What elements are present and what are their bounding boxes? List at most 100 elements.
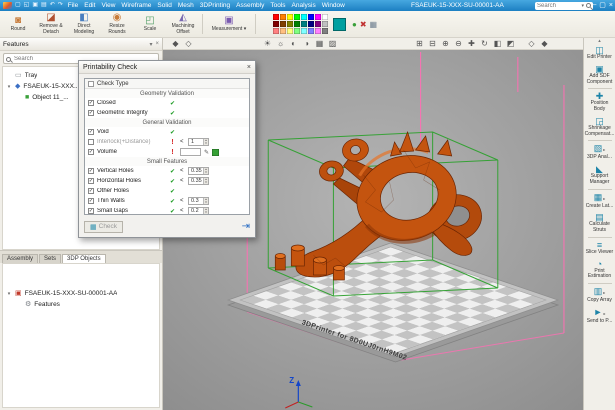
create-lattice-button[interactable]: ▦▸Create Lat... — [584, 191, 615, 212]
tab-3dp-objects[interactable]: 3DP Objects — [62, 254, 106, 263]
print-icon[interactable]: ▤ — [41, 2, 47, 9]
color-swatch-6[interactable] — [315, 14, 321, 20]
shaded-mode-icon[interactable]: ◆ — [538, 39, 551, 49]
color-swatch-0[interactable] — [273, 14, 279, 20]
search-input[interactable] — [537, 2, 579, 9]
checkbox[interactable]: ✓ — [88, 188, 94, 194]
checkbox[interactable]: ✓ — [88, 168, 94, 174]
menu-edit[interactable]: Edit — [84, 2, 95, 9]
remove-detach-button[interactable]: ◪Remove & Detach — [35, 12, 67, 36]
value-field[interactable]: 0.35▴▾ — [188, 177, 209, 185]
spinner-icons[interactable]: ▴▾ — [203, 139, 208, 145]
color-swatch-20[interactable] — [301, 28, 307, 34]
spinner-down-icon[interactable]: ▾ — [205, 211, 207, 214]
calculate-struts-button[interactable]: ▤Calculate Struts — [584, 211, 615, 236]
color-swatch-13[interactable] — [308, 21, 314, 27]
color-swatch-23[interactable] — [322, 28, 328, 34]
scale-button[interactable]: ◰Scale — [134, 12, 166, 36]
support-manager-button[interactable]: ◣Support Manager — [584, 163, 615, 188]
menu-solid[interactable]: Solid — [157, 2, 171, 9]
spinner-down-icon[interactable]: ▾ — [205, 142, 207, 145]
new-file-icon[interactable]: ▢ — [15, 2, 21, 9]
3dp-analysis-button[interactable]: ▧▸3DP Anal... — [584, 142, 615, 163]
material-sphere-icon[interactable]: ● — [352, 20, 357, 29]
redo-icon[interactable]: ↷ — [58, 2, 63, 9]
color-swatch-21[interactable] — [308, 28, 314, 34]
close-panel-icon[interactable]: × — [155, 41, 159, 48]
add-sdf-component-button[interactable]: ▣Add SDF Component — [584, 63, 615, 88]
checkbox[interactable] — [88, 139, 94, 145]
send-to-printer-button[interactable]: ►▸Send to P... — [584, 306, 615, 327]
color-swatch-7[interactable] — [322, 14, 328, 20]
open-file-icon[interactable]: ◱ — [24, 2, 30, 9]
checkbox[interactable]: ✓ — [88, 110, 94, 116]
color-swatch-15[interactable] — [322, 21, 328, 27]
menu-analysis[interactable]: Analysis — [292, 2, 316, 9]
edit-printer-button[interactable]: ◫Edit Printer — [584, 44, 615, 63]
volume-value-field[interactable] — [180, 148, 201, 156]
checkbox[interactable]: ✓ — [88, 178, 94, 184]
print-estimation-button[interactable]: ◔Print Estimation — [584, 258, 615, 283]
rotate-view-icon[interactable]: ↻ — [478, 39, 491, 49]
position-body-button[interactable]: ✚Position Body — [584, 90, 615, 115]
spinner-icons[interactable]: ▴▾ — [203, 168, 208, 174]
check-row-interlock-distance[interactable]: Interlock(+Distance)!<1▴▾ — [85, 137, 249, 147]
save-icon[interactable]: ▣ — [32, 2, 38, 9]
menu-view[interactable]: View — [101, 2, 115, 9]
expander-icon[interactable]: ▾ — [6, 84, 12, 90]
axis-toggle-icon[interactable]: ◆ — [169, 39, 182, 49]
spinner-icons[interactable]: ▴▾ — [203, 198, 208, 204]
clear-color-icon[interactable]: ✖ — [360, 20, 367, 29]
undo-icon[interactable]: ↶ — [50, 2, 55, 9]
color-swatch-22[interactable] — [315, 28, 321, 34]
menu-assembly[interactable]: Assembly — [236, 2, 264, 9]
color-swatch-19[interactable] — [294, 28, 300, 34]
grid-toggle-icon[interactable]: ◇ — [182, 39, 195, 49]
check-row-void[interactable]: ✓Void✔ — [85, 127, 249, 137]
color-swatch-14[interactable] — [315, 21, 321, 27]
section-view-icon[interactable]: ▨ — [326, 39, 339, 49]
color-swatch-1[interactable] — [280, 14, 286, 20]
apply-exit-button[interactable]: ⇥ — [242, 222, 250, 232]
checkbox[interactable]: ✓ — [88, 100, 94, 106]
color-swatch-17[interactable] — [280, 28, 286, 34]
pan-icon[interactable]: ✚ — [465, 39, 478, 49]
menu-tools[interactable]: Tools — [270, 2, 285, 9]
zoom-fit-icon[interactable]: ⊞ — [413, 39, 426, 49]
tab-sets[interactable]: Sets — [39, 254, 61, 263]
color-swatch-3[interactable] — [294, 14, 300, 20]
zoom-window-icon[interactable]: ⊟ — [426, 39, 439, 49]
search-scope-dropdown-icon[interactable]: ▾ — [581, 3, 584, 9]
menu-mesh[interactable]: Mesh — [178, 2, 194, 9]
search-box[interactable]: ▾ — [535, 2, 593, 10]
menu-file[interactable]: File — [68, 2, 78, 9]
select-all-checkbox[interactable] — [88, 81, 94, 87]
menu-window[interactable]: Window — [322, 2, 345, 9]
tab-assembly[interactable]: Assembly — [2, 254, 38, 263]
slice-viewer-button[interactable]: ≡Slice Viewer — [584, 239, 615, 258]
value-field[interactable]: 0.35▴▾ — [188, 167, 209, 175]
checkbox[interactable]: ✓ — [88, 149, 94, 155]
check-row-small-gaps[interactable]: ✓Small Gaps✔<0.2▴▾ — [85, 206, 249, 215]
color-picker-icon[interactable]: ✎ — [204, 149, 209, 156]
check-row-horizontal-holes[interactable]: ✓Horizontal Holes✔<0.35▴▾ — [85, 176, 249, 186]
check-row-geometric-integrity[interactable]: ✓Geometric Integrity✔ — [85, 108, 249, 118]
menu-wireframe[interactable]: Wireframe — [121, 2, 151, 9]
tree-item-features[interactable]: ⚙Features — [3, 299, 159, 310]
shadow-icon[interactable]: ◑ — [300, 39, 313, 49]
color-swatch-16[interactable] — [273, 28, 279, 34]
shrinkage-compensation-button[interactable]: ◲Shrinkage Compensat... — [584, 115, 615, 140]
iso-view-icon[interactable]: ◩ — [504, 39, 517, 49]
spinner-down-icon[interactable]: ▾ — [205, 201, 207, 204]
tree-item-fsaeuk-15-xxx-su-00001-aa[interactable]: ▾▣FSAEUK-15-XXX-SU-00001-AA — [3, 288, 159, 299]
active-color-swatch[interactable] — [333, 18, 346, 31]
color-swatch-12[interactable] — [301, 21, 307, 27]
round-button[interactable]: ◙Round — [2, 12, 34, 36]
zoom-out-icon[interactable]: ⊖ — [452, 39, 465, 49]
color-swatch-11[interactable] — [294, 21, 300, 27]
volume-color-swatch[interactable] — [212, 149, 219, 156]
color-swatch-4[interactable] — [301, 14, 307, 20]
color-swatch-8[interactable] — [273, 21, 279, 27]
check-row-thin-walls[interactable]: ✓Thin Walls✔<0.3▴▾ — [85, 196, 249, 206]
machining-offset-button[interactable]: ◭Machining Offset — [167, 12, 199, 36]
